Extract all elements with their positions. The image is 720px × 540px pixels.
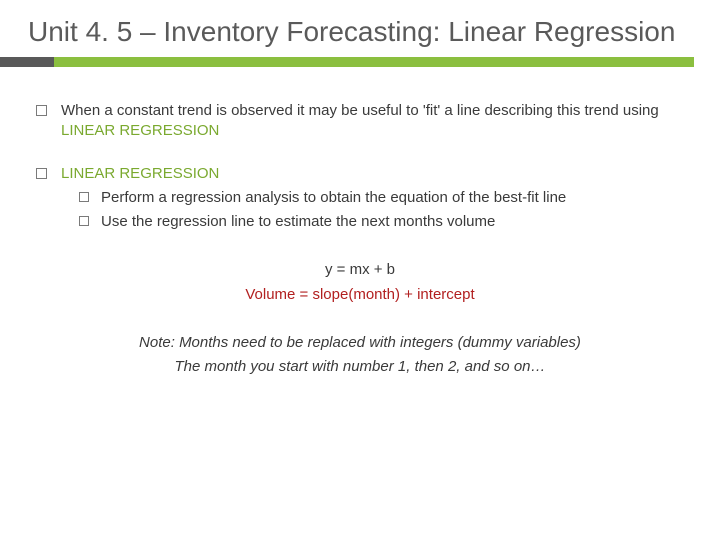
bullet-marker-icon <box>36 168 47 179</box>
bullet-item: When a constant trend is observed it may… <box>36 101 684 142</box>
equation-block: y = mx + b Volume = slope(month) + inter… <box>36 260 684 305</box>
sub-bullet-marker-icon <box>79 192 89 202</box>
bullet-text: When a constant trend is observed it may… <box>61 101 684 142</box>
sub-bullet-item: Perform a regression analysis to obtain … <box>79 188 684 208</box>
equation-2: Volume = slope(month) + intercept <box>36 285 684 305</box>
bullet-item: LINEAR REGRESSION Perform a regression a… <box>36 164 684 233</box>
bullet-marker-icon <box>36 105 47 116</box>
sub-bullet-item: Use the regression line to estimate the … <box>79 212 684 232</box>
note-block: Note: Months need to be replaced with in… <box>36 333 684 378</box>
bullet-2-highlight: LINEAR REGRESSION <box>61 165 219 182</box>
title-block: Unit 4. 5 – Inventory Forecasting: Linea… <box>0 0 720 81</box>
bullet-text: LINEAR REGRESSION Perform a regression a… <box>61 164 684 233</box>
sub-bullet-marker-icon <box>79 216 89 226</box>
sub-bullet-2-text: Use the regression line to estimate the … <box>101 212 495 232</box>
slide-title: Unit 4. 5 – Inventory Forecasting: Linea… <box>28 14 692 49</box>
sub-bullet-1-text: Perform a regression analysis to obtain … <box>101 188 566 208</box>
content-area: When a constant trend is observed it may… <box>0 81 720 377</box>
underline-green-segment <box>54 57 694 67</box>
bullet-1-highlight: LINEAR REGRESSION <box>61 122 219 139</box>
bullet-1-pre: When a constant trend is observed it may… <box>61 102 659 119</box>
title-underline <box>0 57 720 75</box>
equation-1: y = mx + b <box>36 260 684 280</box>
note-line-1: Note: Months need to be replaced with in… <box>36 333 684 353</box>
note-line-2: The month you start with number 1, then … <box>36 357 684 377</box>
underline-dark-segment <box>0 57 58 67</box>
